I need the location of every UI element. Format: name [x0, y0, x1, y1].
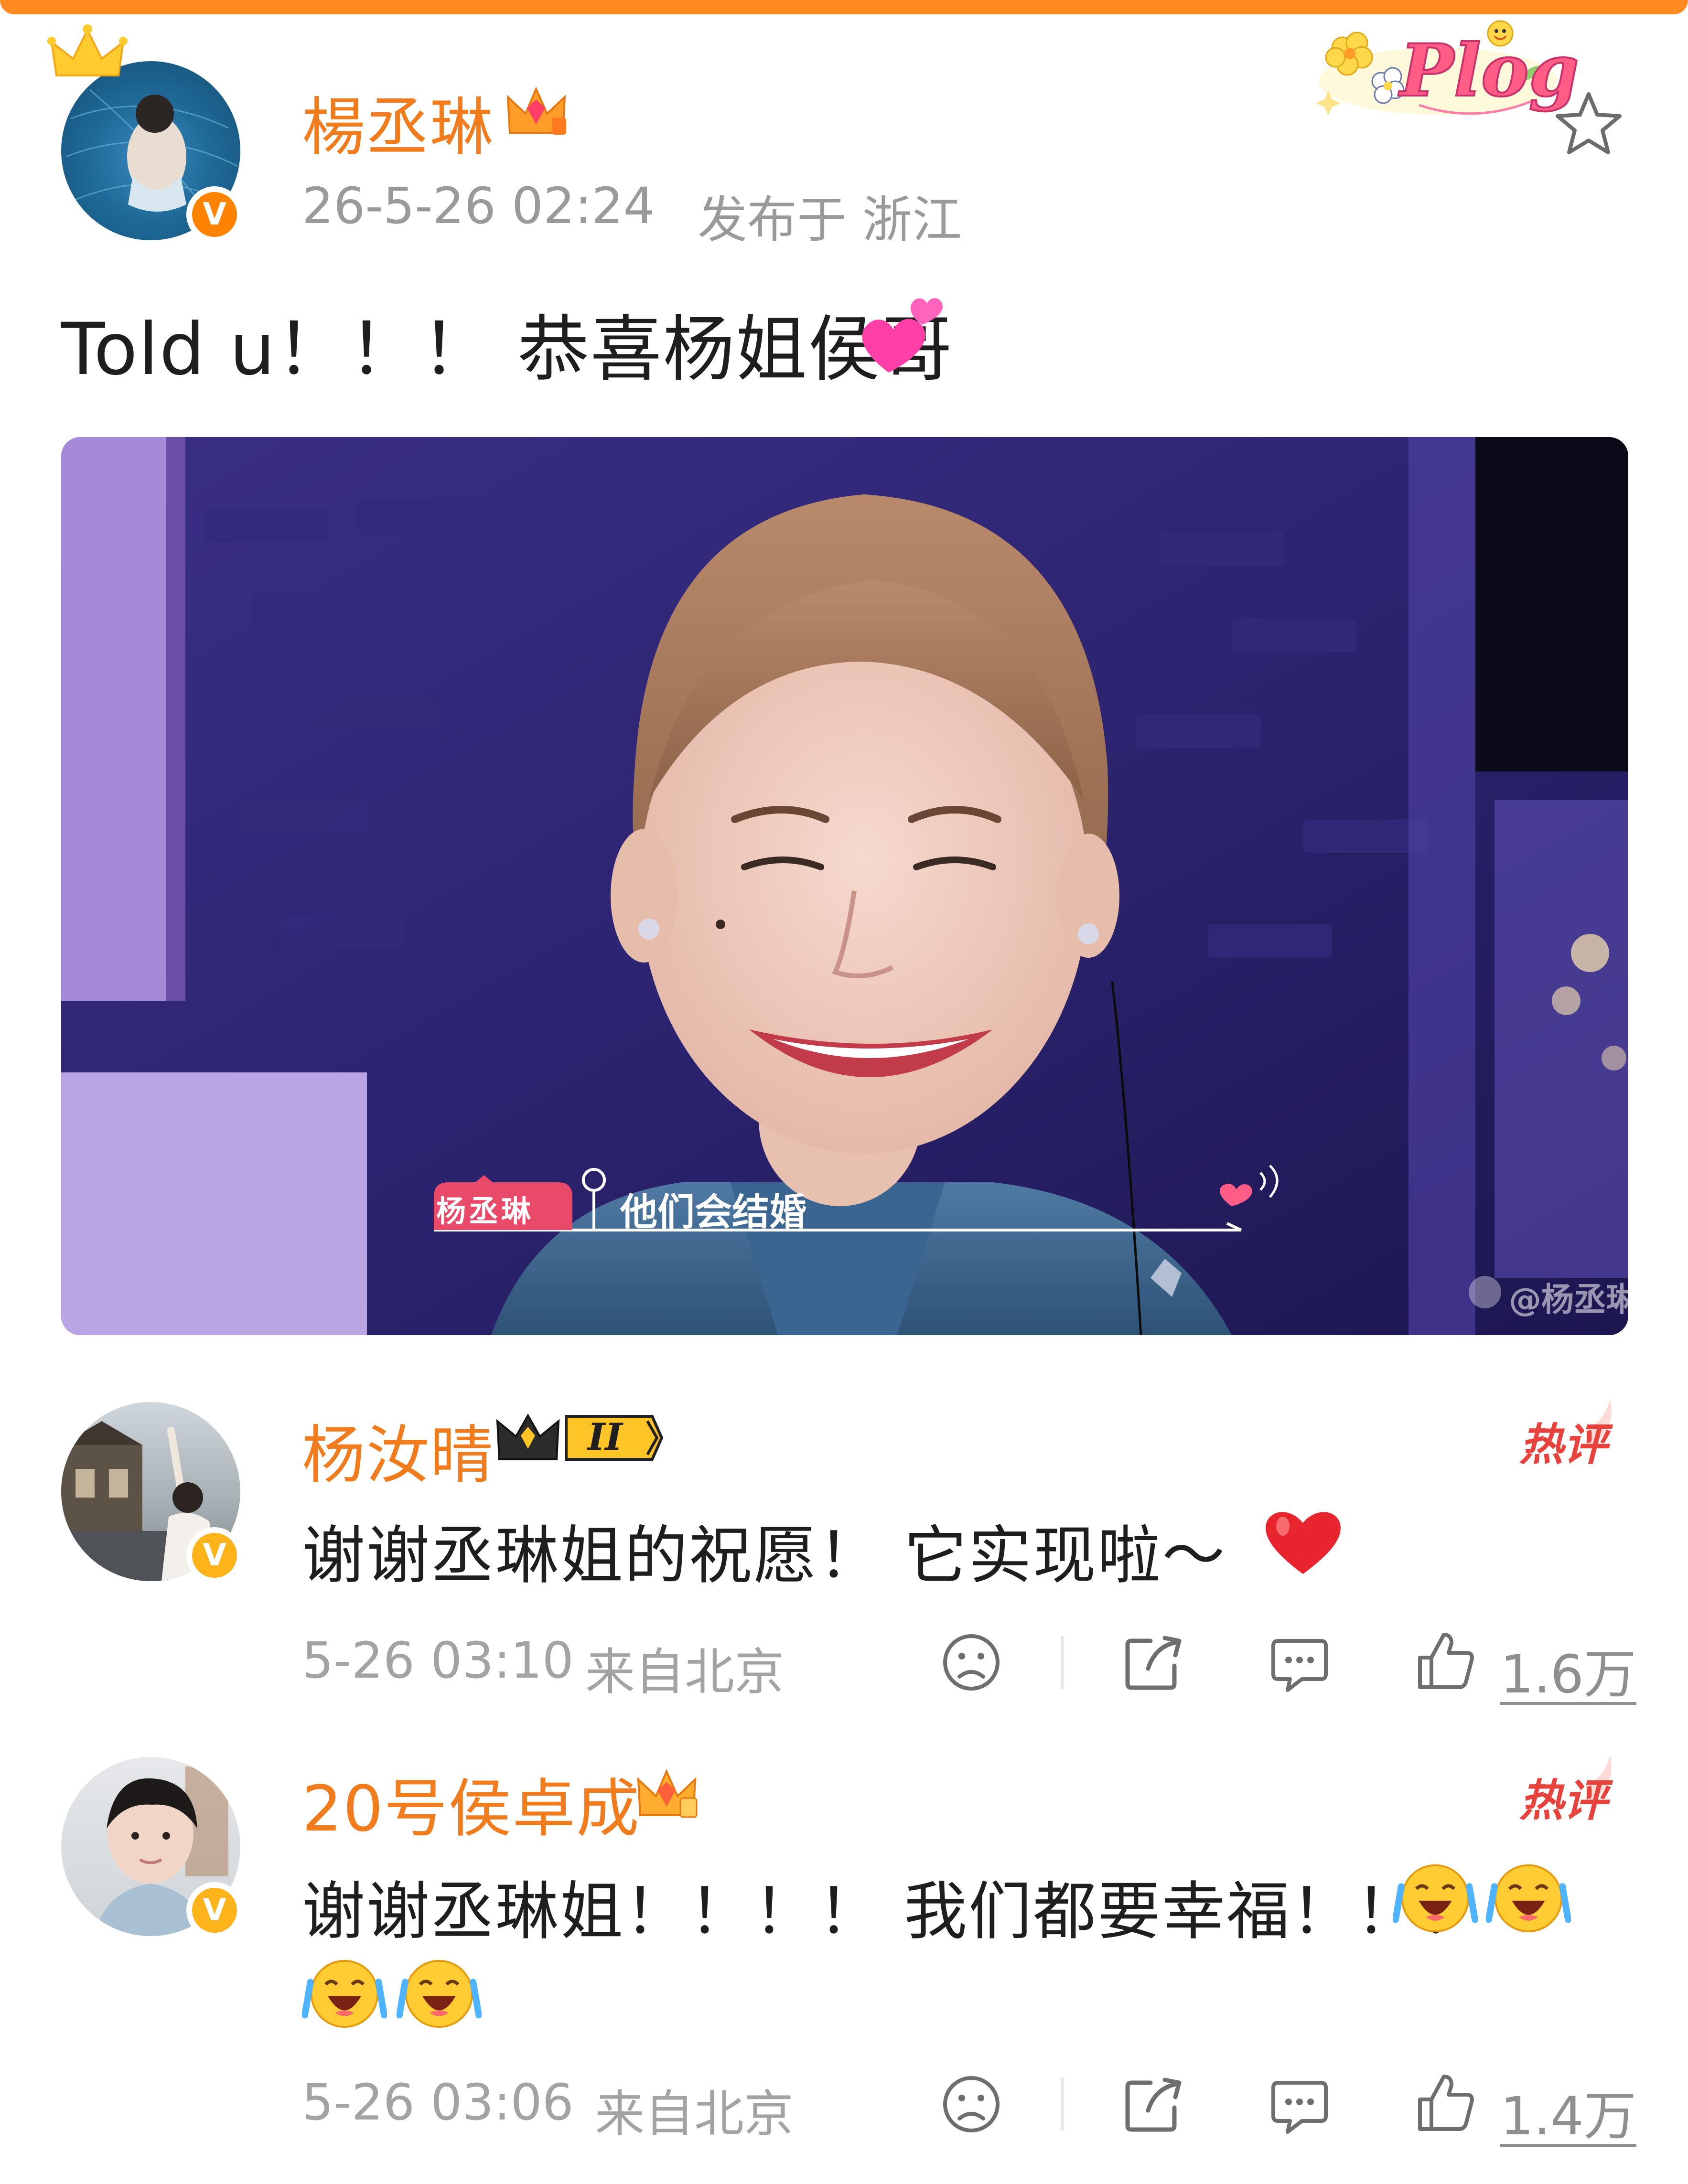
like-count[interactable]: 1.4万	[1500, 2073, 1636, 2150]
comment-timestamp: 5-26 03:06	[302, 2073, 574, 2131]
laughing-crying-face-icon	[301, 1949, 387, 2036]
plog-sticker-text: Plog	[1399, 28, 1580, 114]
comment-location: 来自北京	[595, 2085, 794, 2143]
verified-v-icon: V	[186, 1882, 243, 1938]
comment-author-name[interactable]: 杨汝晴	[302, 1404, 494, 1496]
action-divider	[1061, 1636, 1064, 1689]
share-icon[interactable]	[1122, 1631, 1184, 1695]
hot-comment-label: 热评	[1519, 1775, 1608, 1826]
image-watermark: @杨丞琳	[1509, 1281, 1628, 1319]
laughing-crying-face-icon	[396, 1949, 482, 2036]
comment-text: 谢谢丞琳姐！！！！ 我们都要幸福！！！	[302, 1875, 1484, 1948]
hot-comment-label: 热评	[1519, 1419, 1608, 1470]
member-crown-badge-icon: II	[495, 1407, 664, 1471]
thumbs-up-icon[interactable]	[1414, 2071, 1476, 2137]
share-icon[interactable]	[1122, 2073, 1184, 2137]
comment-icon[interactable]	[1269, 1634, 1331, 1698]
post-image[interactable]: 杨丞琳 他们会结婚 @杨丞琳	[61, 437, 1628, 1335]
comment-avatar-wrap[interactable]: V	[61, 1402, 243, 1584]
comment-text: 谢谢丞琳姐的祝愿！ 它实现啦～	[302, 1519, 1226, 1593]
verified-v-icon: V	[186, 1527, 243, 1584]
red-heart-icon	[1261, 1505, 1345, 1578]
comment-author-name[interactable]: 20号侯卓成	[302, 1758, 640, 1849]
like-count[interactable]: 1.6万	[1500, 1631, 1636, 1708]
thumbs-up-icon[interactable]	[1414, 1629, 1476, 1695]
two-hearts-icon	[855, 291, 946, 379]
image-name-tag: 杨丞琳	[436, 1194, 534, 1229]
sad-face-icon[interactable]	[940, 2073, 1002, 2137]
plog-sticker: Plog	[1309, 10, 1580, 124]
comment-avatar-wrap[interactable]: V	[61, 1757, 243, 1938]
post-timestamp: 26-5-26 02:24	[302, 177, 655, 235]
star-icon[interactable]	[1553, 88, 1624, 162]
crown-icon	[47, 23, 128, 92]
verified-v-icon: V	[186, 186, 243, 243]
post-author-name[interactable]: 楊丞琳	[302, 76, 494, 168]
comment-icon[interactable]	[1269, 2076, 1331, 2140]
crown-badge-icon	[634, 1763, 699, 1827]
comment-location: 来自北京	[585, 1643, 785, 1701]
comment-timestamp: 5-26 03:10	[302, 1631, 574, 1690]
laughing-crying-face-icon	[1392, 1853, 1478, 1940]
image-caption: 他们会结婚	[620, 1191, 807, 1234]
post-text: Told u！！！ 恭喜杨姐侯哥	[61, 308, 954, 391]
post-author-avatar-wrap[interactable]: V	[47, 24, 243, 243]
post-photo	[61, 437, 1628, 1335]
member-level-text: II	[588, 1415, 623, 1459]
action-divider	[1061, 2078, 1064, 2130]
post-location: 发布于 浙江	[698, 191, 962, 249]
laughing-crying-face-icon	[1485, 1853, 1571, 1940]
crown-badge-icon	[504, 80, 569, 144]
sad-face-icon[interactable]	[940, 1631, 1002, 1695]
